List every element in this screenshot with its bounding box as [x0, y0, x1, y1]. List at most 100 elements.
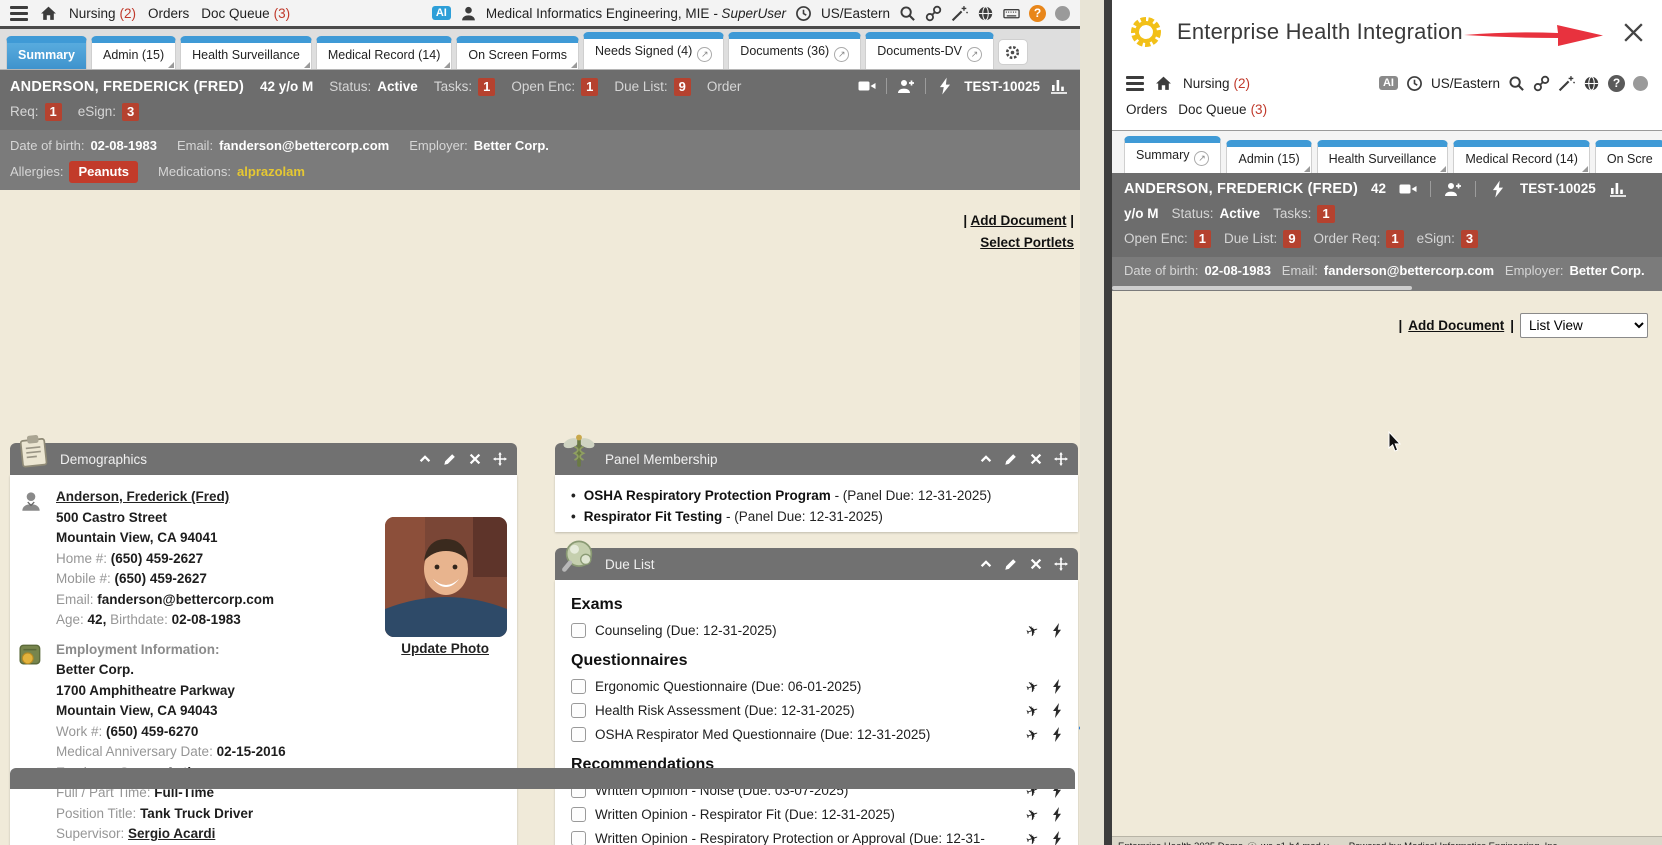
tab-needs-signed[interactable]: Needs Signed (4)↗: [583, 32, 724, 69]
status-dot-icon[interactable]: [1055, 6, 1070, 21]
move-icon[interactable]: [493, 452, 507, 466]
perform-now-icon[interactable]: [1051, 807, 1064, 822]
update-photo-link[interactable]: Update Photo: [401, 641, 489, 656]
popout-icon[interactable]: ↗: [834, 47, 849, 62]
patient-name[interactable]: ANDERSON, FREDERICK (FRED): [1124, 179, 1358, 199]
tab-admin[interactable]: Admin (15): [91, 36, 176, 69]
popout-icon[interactable]: ↗: [967, 47, 982, 62]
collapse-icon[interactable]: [418, 452, 432, 466]
quick-action-bolt-icon[interactable]: [936, 77, 954, 95]
home-icon[interactable]: [1155, 75, 1172, 92]
send-order-icon[interactable]: ✈: [1024, 804, 1042, 825]
send-order-icon[interactable]: ✈: [1024, 676, 1042, 697]
collapse-icon[interactable]: [979, 557, 993, 571]
demographics-portlet-header[interactable]: Demographics: [10, 443, 517, 475]
help-icon[interactable]: ?: [1029, 5, 1046, 22]
status-dot-icon[interactable]: [1633, 76, 1648, 91]
timezone-label[interactable]: US/Eastern: [1431, 76, 1500, 91]
due-item-checkbox[interactable]: [571, 703, 586, 718]
close-x-icon[interactable]: [1029, 452, 1043, 466]
popout-icon[interactable]: ↗: [1194, 151, 1209, 166]
tab-documents[interactable]: Documents (36)↗: [728, 32, 861, 69]
supervisor-link[interactable]: Sergio Acardi: [128, 826, 215, 841]
timezone-label[interactable]: US/Eastern: [821, 6, 890, 21]
panel-divider[interactable]: [1104, 0, 1112, 845]
add-document-link[interactable]: Add Document: [1408, 318, 1504, 333]
nav-item-doc-queue[interactable]: Doc Queue(3): [1178, 102, 1267, 117]
tab-admin[interactable]: Admin (15): [1226, 140, 1311, 173]
allergies-field[interactable]: Allergies:Peanuts: [10, 161, 138, 183]
patient-esign[interactable]: eSign:3: [1417, 229, 1479, 249]
move-icon[interactable]: [1054, 452, 1068, 466]
help-icon[interactable]: ?: [1608, 75, 1625, 92]
footer-powered-by[interactable]: Powered by: Medical Informatics Engineer…: [1349, 841, 1560, 845]
link-icon[interactable]: [1533, 75, 1550, 92]
info-icon[interactable]: ⓘ: [1247, 839, 1257, 845]
close-panel-icon[interactable]: [1621, 20, 1646, 45]
tab-health-surveillance[interactable]: Health Surveillance: [180, 36, 312, 69]
select-portlets-link[interactable]: Select Portlets: [980, 235, 1074, 250]
tab-medical-record[interactable]: Medical Record (14): [316, 36, 453, 69]
patient-esign[interactable]: eSign:3: [78, 102, 140, 122]
search-icon[interactable]: [1508, 75, 1525, 92]
edit-pencil-icon[interactable]: [1004, 557, 1018, 571]
move-icon[interactable]: [1054, 557, 1068, 571]
due-item-checkbox[interactable]: [571, 679, 586, 694]
medications-field[interactable]: Medications:alprazolam: [158, 162, 305, 182]
due-item-checkbox[interactable]: [571, 831, 586, 845]
panel-collapse-arrow[interactable]: [1076, 715, 1080, 741]
patient-name[interactable]: ANDERSON, FREDERICK (FRED): [10, 77, 244, 97]
patient-name-link[interactable]: Anderson, Frederick (Fred): [56, 489, 229, 504]
tab-settings-gear[interactable]: [998, 39, 1028, 65]
clock-icon[interactable]: [795, 5, 812, 22]
chart-stats-icon[interactable]: [1609, 180, 1627, 198]
send-order-icon[interactable]: ✈: [1024, 700, 1042, 721]
perform-now-icon[interactable]: [1051, 703, 1064, 718]
nav-item-nursing[interactable]: Nursing(2): [69, 6, 136, 21]
due-item-checkbox[interactable]: [571, 727, 586, 742]
ai-badge[interactable]: AI: [432, 6, 451, 20]
perform-now-icon[interactable]: [1051, 623, 1064, 638]
due-item-checkbox[interactable]: [571, 623, 586, 638]
nav-item-orders[interactable]: Orders: [1126, 102, 1167, 117]
video-call-icon[interactable]: [1399, 180, 1417, 198]
wand-icon[interactable]: [1558, 75, 1575, 92]
tab-medical-record[interactable]: Medical Record (14): [1453, 140, 1590, 173]
nav-item-nursing[interactable]: Nursing(2): [1183, 76, 1250, 91]
globe-icon[interactable]: [977, 5, 994, 22]
tab-health-surveillance[interactable]: Health Surveillance: [1317, 140, 1449, 173]
patient-order-req[interactable]: Req:1: [10, 102, 62, 122]
send-order-icon[interactable]: ✈: [1024, 724, 1042, 745]
patient-order-req[interactable]: Order Req:1: [1314, 229, 1404, 249]
patient-tasks[interactable]: Tasks:1: [1273, 204, 1335, 224]
video-call-icon[interactable]: [858, 77, 876, 95]
clock-icon[interactable]: [1406, 75, 1423, 92]
nav-item-orders[interactable]: Orders: [148, 6, 189, 21]
globe-icon[interactable]: [1583, 75, 1600, 92]
patient-due-list[interactable]: Due List:9: [1224, 229, 1301, 249]
menu-hamburger-icon[interactable]: [1126, 76, 1144, 91]
perform-now-icon[interactable]: [1051, 831, 1064, 845]
ai-badge[interactable]: AI: [1379, 76, 1398, 90]
menu-hamburger-icon[interactable]: [10, 6, 28, 21]
patient-open-enc[interactable]: Open Enc:1: [511, 77, 598, 97]
send-order-icon[interactable]: ✈: [1024, 620, 1042, 641]
close-x-icon[interactable]: [1029, 557, 1043, 571]
popout-icon[interactable]: ↗: [697, 47, 712, 62]
tab-summary[interactable]: Summary: [6, 36, 87, 69]
nav-item-doc-queue[interactable]: Doc Queue(3): [201, 6, 290, 21]
due-item-checkbox[interactable]: [571, 807, 586, 822]
home-icon[interactable]: [40, 5, 57, 22]
chart-stats-icon[interactable]: [1050, 77, 1068, 95]
chart-number[interactable]: TEST-10025: [1520, 179, 1596, 199]
view-mode-select[interactable]: List View: [1520, 313, 1648, 338]
edit-pencil-icon[interactable]: [1004, 452, 1018, 466]
patient-due-list[interactable]: Due List:9: [614, 77, 691, 97]
add-person-icon[interactable]: [1444, 180, 1462, 198]
quick-action-bolt-icon[interactable]: [1489, 180, 1507, 198]
perform-now-icon[interactable]: [1051, 727, 1064, 742]
link-icon[interactable]: [925, 5, 942, 22]
send-order-icon[interactable]: ✈: [1024, 828, 1042, 845]
add-person-icon[interactable]: [897, 77, 915, 95]
search-icon[interactable]: [899, 5, 916, 22]
